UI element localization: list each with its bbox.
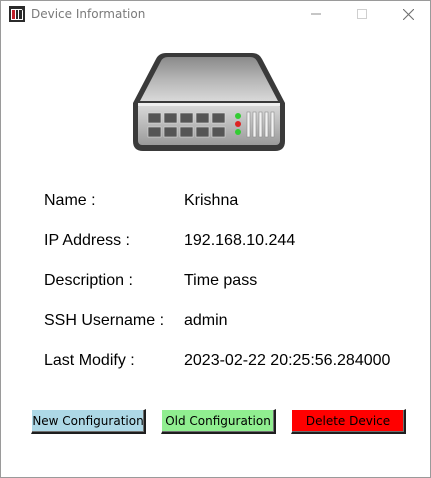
window-title: Device Information — [31, 7, 146, 21]
network-switch-icon — [133, 53, 285, 151]
last-modify-label: Last Modify : — [44, 352, 135, 369]
ssh-username-value: admin — [184, 312, 228, 329]
minimize-button[interactable] — [293, 1, 339, 27]
ip-address-label: IP Address : — [44, 232, 130, 249]
delete-device-button[interactable]: Delete Device — [291, 409, 406, 434]
old-configuration-button[interactable]: Old Configuration — [161, 409, 276, 434]
close-icon — [402, 8, 414, 20]
ip-address-value: 192.168.10.244 — [184, 232, 296, 249]
device-information-window: Device Information Name: Krishna IP Add… — [0, 0, 431, 478]
description-value: Time pass — [184, 272, 258, 289]
device-app-icon — [9, 6, 25, 22]
minimize-icon — [311, 13, 321, 15]
maximize-button[interactable] — [339, 1, 385, 27]
description-label: Description : — [44, 272, 133, 289]
name-value: Krishna — [184, 192, 239, 209]
maximize-icon — [357, 9, 367, 19]
name-label: Name : — [44, 192, 96, 209]
close-button[interactable] — [385, 1, 431, 27]
last-modify-value: 2023-02-22 20:25:56.284000 — [184, 352, 391, 369]
new-configuration-button[interactable]: New Configuration — [31, 409, 146, 434]
title-bar: Device Information — [1, 1, 430, 27]
ssh-username-label: SSH Username : — [44, 312, 165, 329]
